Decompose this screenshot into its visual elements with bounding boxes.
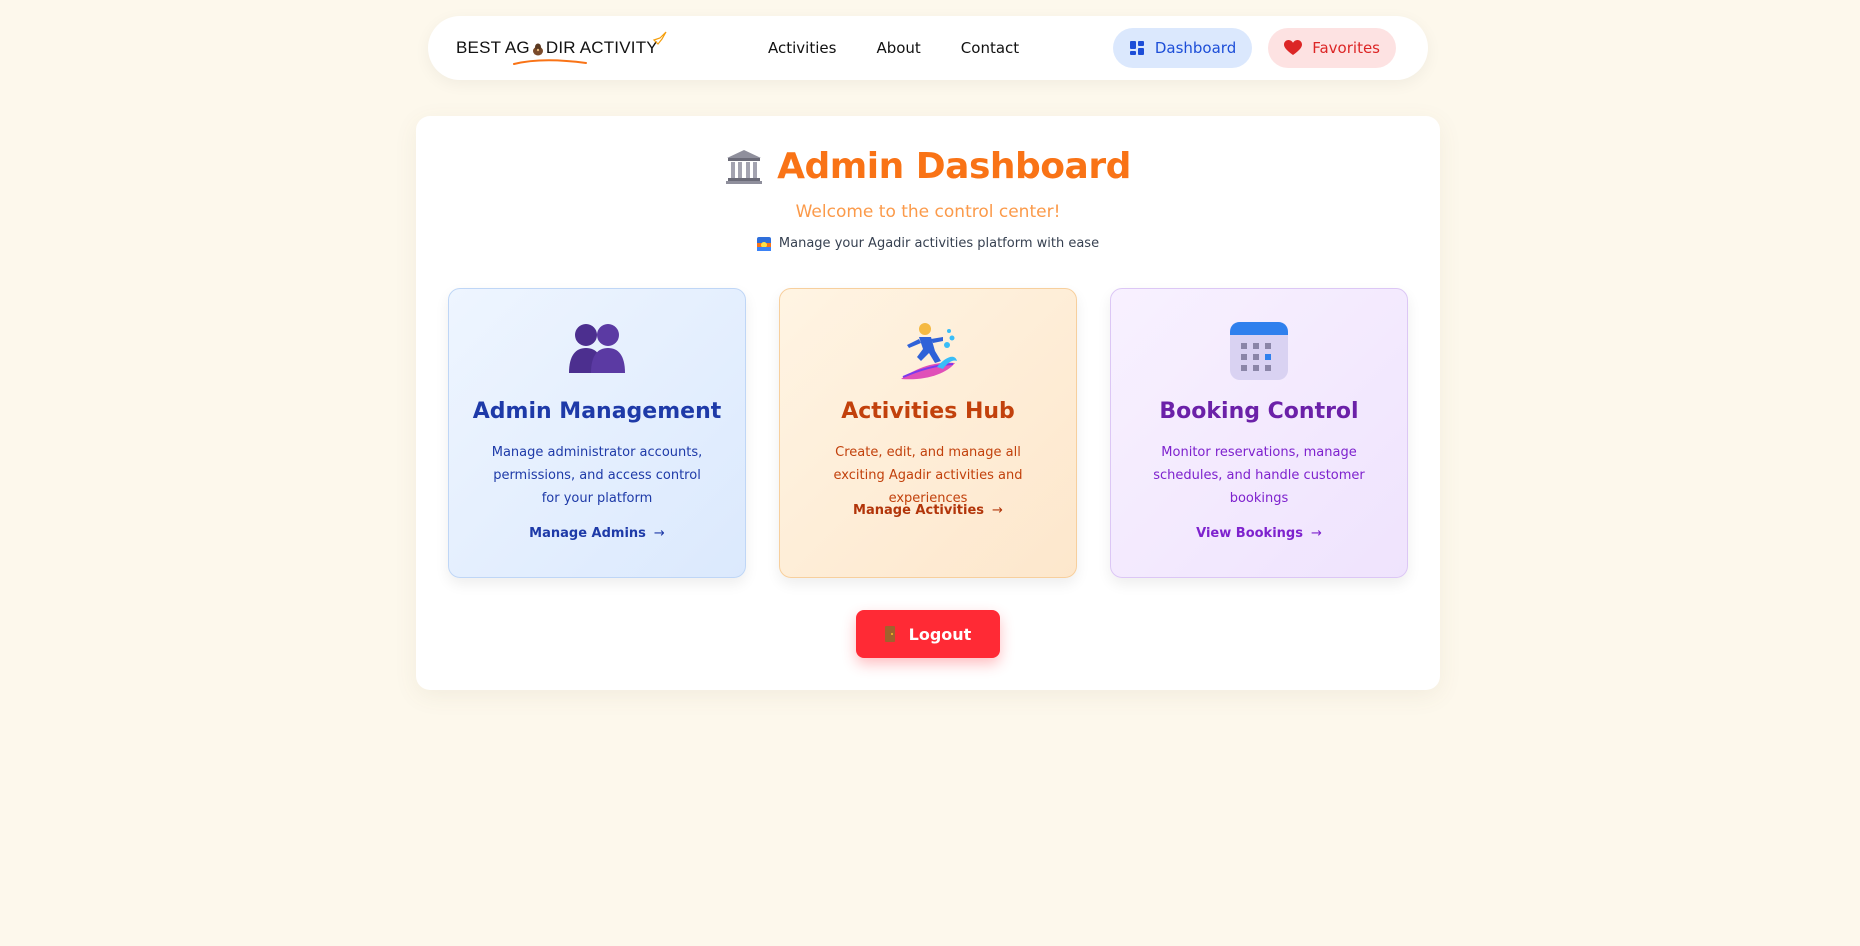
- view-bookings-link[interactable]: View Bookings →: [1111, 526, 1407, 541]
- card-description: Create, edit, and manage all exciting Ag…: [833, 445, 1023, 506]
- favorites-label: Favorites: [1312, 39, 1380, 57]
- classical-building-icon: [726, 149, 763, 184]
- page-title: Admin Dashboard: [777, 146, 1131, 187]
- top-navbar: BEST AG DIR ACTIVITY Activities About Co…: [428, 16, 1428, 80]
- tagline-text: Manage your Agadir activities platform w…: [778, 236, 1100, 251]
- manage-admins-link[interactable]: Manage Admins →: [449, 526, 745, 541]
- heart-icon: [1284, 40, 1303, 55]
- nav-links: Activities About Contact: [768, 16, 1059, 80]
- nav-link-contact[interactable]: Contact: [961, 39, 1019, 57]
- booking-control-card[interactable]: Booking Control Monitor reservations, ma…: [1110, 288, 1408, 578]
- logo-bird-icon: [652, 31, 667, 45]
- arrow-right-icon: →: [1310, 526, 1322, 541]
- door-icon: [884, 626, 895, 642]
- card-description: Manage administrator accounts, permissio…: [491, 445, 703, 506]
- sunrise-icon: [756, 236, 771, 251]
- logout-label: Logout: [908, 624, 972, 644]
- nav-actions: Dashboard Favorites: [1112, 28, 1396, 68]
- favorites-button[interactable]: Favorites: [1268, 28, 1396, 68]
- logo-text-end: DIR ACTIVITY: [545, 38, 658, 57]
- logo-swoosh-icon: [513, 59, 587, 65]
- arrow-right-icon: →: [653, 526, 665, 541]
- card-title: Activities Hub: [841, 399, 1015, 424]
- link-label: Manage Activities: [853, 503, 985, 518]
- tagline: Manage your Agadir activities platform w…: [416, 236, 1440, 251]
- title-row: Admin Dashboard: [416, 146, 1440, 187]
- admin-management-card[interactable]: Admin Management Manage administrator ac…: [448, 288, 746, 578]
- admin-dashboard-panel: Admin Dashboard Welcome to the control c…: [416, 116, 1440, 690]
- arrow-right-icon: →: [992, 503, 1003, 518]
- dashboard-button[interactable]: Dashboard: [1112, 28, 1253, 68]
- surfer-icon: [901, 323, 957, 380]
- dashboard-label: Dashboard: [1154, 39, 1237, 57]
- page-subtitle: Welcome to the control center!: [795, 202, 1061, 222]
- feature-cards: Admin Management Manage administrator ac…: [448, 288, 1408, 578]
- nav-link-activities[interactable]: Activities: [768, 39, 836, 57]
- berber-hat-icon: [532, 43, 543, 56]
- nav-link-about[interactable]: About: [876, 39, 920, 57]
- activities-hub-card[interactable]: Activities Hub Create, edit, and manage …: [779, 288, 1077, 578]
- logo-text-start: BEST AG: [456, 38, 530, 57]
- manage-activities-link[interactable]: Manage Activities →: [780, 503, 1076, 518]
- link-label: View Bookings: [1196, 526, 1303, 541]
- logout-button[interactable]: Logout: [856, 610, 1000, 658]
- calendar-icon: [1230, 322, 1288, 380]
- card-title: Admin Management: [472, 399, 722, 424]
- card-description: Monitor reservations, manage schedules, …: [1153, 445, 1365, 506]
- card-title: Booking Control: [1159, 399, 1359, 424]
- dashboard-grid-icon: [1129, 41, 1144, 55]
- people-icon: [569, 324, 625, 373]
- link-label: Manage Admins: [529, 526, 646, 541]
- site-logo[interactable]: BEST AG DIR ACTIVITY: [456, 31, 686, 65]
